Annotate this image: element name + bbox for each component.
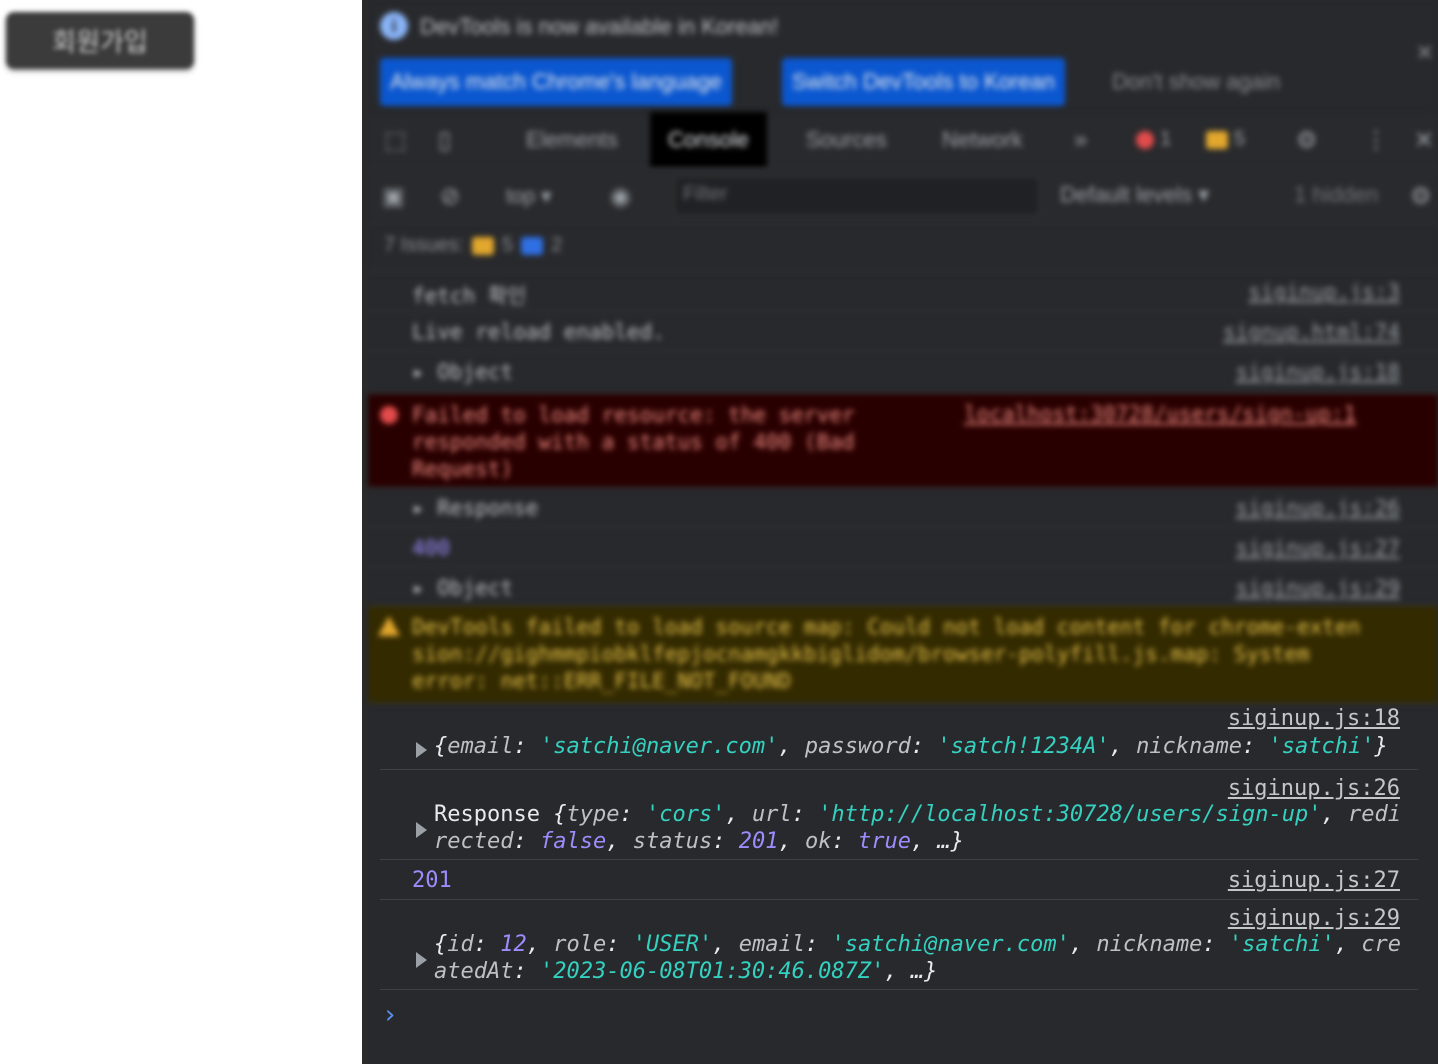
log-message: fetch 확인 [412,284,527,308]
log-entry-user[interactable]: siginup.js:29 {id: 12, role: 'USER', ema… [380,900,1418,990]
log-message: DevTools failed to load source map: Coul… [412,615,1361,693]
log-row: Live reload enabled. signup.html:74 [368,312,1438,352]
log-message: Failed to load resource: the server resp… [412,403,855,481]
tab-elements[interactable]: Elements [508,112,636,168]
language-infobar: i DevTools is now available in Korean! A… [368,0,1438,112]
hidden-count: 1 hidden [1294,182,1379,207]
warning-log-row: DevTools failed to load source map: Coul… [368,606,1438,704]
sidebar-toggle-icon[interactable]: ▣ [382,182,405,211]
log-source-link[interactable]: siginup.js:3 [1248,280,1400,304]
log-entry-object[interactable]: siginup.js:18 {email: 'satchi@naver.com'… [380,704,1418,770]
issue-warning-icon [472,236,495,255]
kebab-menu-icon[interactable]: ⋮ [1364,126,1388,155]
error-icon [380,406,398,424]
log-row: ▸ Object siginup.js:29 [368,568,1438,606]
console-log: fetch 확인 siginup.js:3 Live reload enable… [368,272,1438,990]
tab-console[interactable]: Console [650,112,767,168]
log-source-link[interactable]: siginup.js:18 [1236,360,1400,384]
issue-info-icon [521,236,544,255]
log-value: 201 [412,868,452,893]
inspect-icon[interactable]: ⬚ [384,126,407,155]
infobar-message: DevTools is now available in Korean! [420,14,779,39]
dont-show-again-button[interactable]: Don't show again [1102,58,1290,106]
expand-triangle-icon[interactable] [416,822,427,838]
log-row: 400 siginup.js:27 [368,528,1438,568]
log-entry-number: siginup.js:27 201 [380,860,1418,900]
log-row: fetch 확인 siginup.js:3 [368,272,1438,312]
close-icon[interactable]: ✕ [1416,40,1434,66]
log-source-link[interactable]: siginup.js:26 [1228,776,1400,801]
clear-console-icon[interactable]: ⊘ [440,182,460,211]
eye-icon[interactable]: ◉ [610,182,631,211]
devtools-tabbar: ⬚ ▯ Elements Console Sources Network » 1… [368,112,1438,168]
error-count-badge[interactable]: 1 [1136,128,1171,151]
console-toolbar: ▣ ⊘ top ▾ ◉ Filter Default levels ▾ 1 hi… [368,168,1438,224]
error-icon [1136,130,1154,149]
log-message: Live reload enabled. [412,320,665,344]
log-source-link[interactable]: siginup.js:29 [1228,906,1400,931]
log-row: ▸ Object siginup.js:18 [368,352,1438,394]
warning-count: 5 [1234,128,1246,150]
tab-network[interactable]: Network [924,112,1041,168]
log-source-link[interactable]: siginup.js:29 [1236,576,1400,600]
more-tabs-icon[interactable]: » [1074,126,1087,154]
expand-triangle-icon[interactable] [416,952,427,968]
signup-button[interactable]: 회원가입 [6,12,194,69]
warning-icon [378,616,400,636]
issues-bar[interactable]: 7 Issues: 5 2 [368,224,1438,272]
log-source-link[interactable]: localhost:30728/users/sign-up:1 [964,402,1356,426]
console-prompt[interactable]: › [382,1000,398,1030]
warning-count-badge[interactable]: 5 [1206,128,1245,151]
log-source-link[interactable]: siginup.js:18 [1228,706,1400,731]
gear-icon[interactable]: ⚙ [1296,126,1318,155]
log-row: ▸ Response siginup.js:26 [368,488,1438,528]
close-devtools-icon[interactable]: ✕ [1414,126,1434,155]
context-select[interactable]: top ▾ [506,184,552,209]
log-message: ▸ Object [412,576,514,600]
log-levels-select[interactable]: Default levels ▾ [1060,182,1209,208]
warning-icon [1206,130,1228,149]
expand-triangle-icon[interactable] [416,742,427,758]
issues-label: 7 Issues: [384,234,465,256]
error-log-row: Failed to load resource: the server resp… [368,394,1438,488]
issue-info-count: 2 [551,234,563,256]
console-settings-icon[interactable]: ⚙ [1410,182,1432,211]
log-source-link[interactable]: siginup.js:27 [1228,868,1400,893]
issue-warning-count: 5 [502,234,514,256]
error-count: 1 [1160,128,1172,150]
switch-korean-button[interactable]: Switch DevTools to Korean [782,58,1065,106]
log-source-link[interactable]: signup.html:74 [1223,320,1400,344]
tab-sources[interactable]: Sources [788,112,905,168]
log-source-link[interactable]: siginup.js:27 [1236,536,1400,560]
web-page: 회원가입 [0,0,362,1064]
filter-input[interactable]: Filter [674,176,1040,216]
log-source-link[interactable]: siginup.js:26 [1236,496,1400,520]
device-toolbar-icon[interactable]: ▯ [438,126,451,155]
log-entry-response[interactable]: siginup.js:26 Response {type: 'cors', ur… [380,770,1418,860]
info-icon: i [380,12,408,40]
log-message: ▸ Response [412,496,539,520]
match-language-button[interactable]: Always match Chrome's language [380,58,732,106]
log-message: 400 [412,536,450,560]
devtools-panel: i DevTools is now available in Korean! A… [368,0,1438,1064]
log-message: ▸ Object [412,360,514,384]
